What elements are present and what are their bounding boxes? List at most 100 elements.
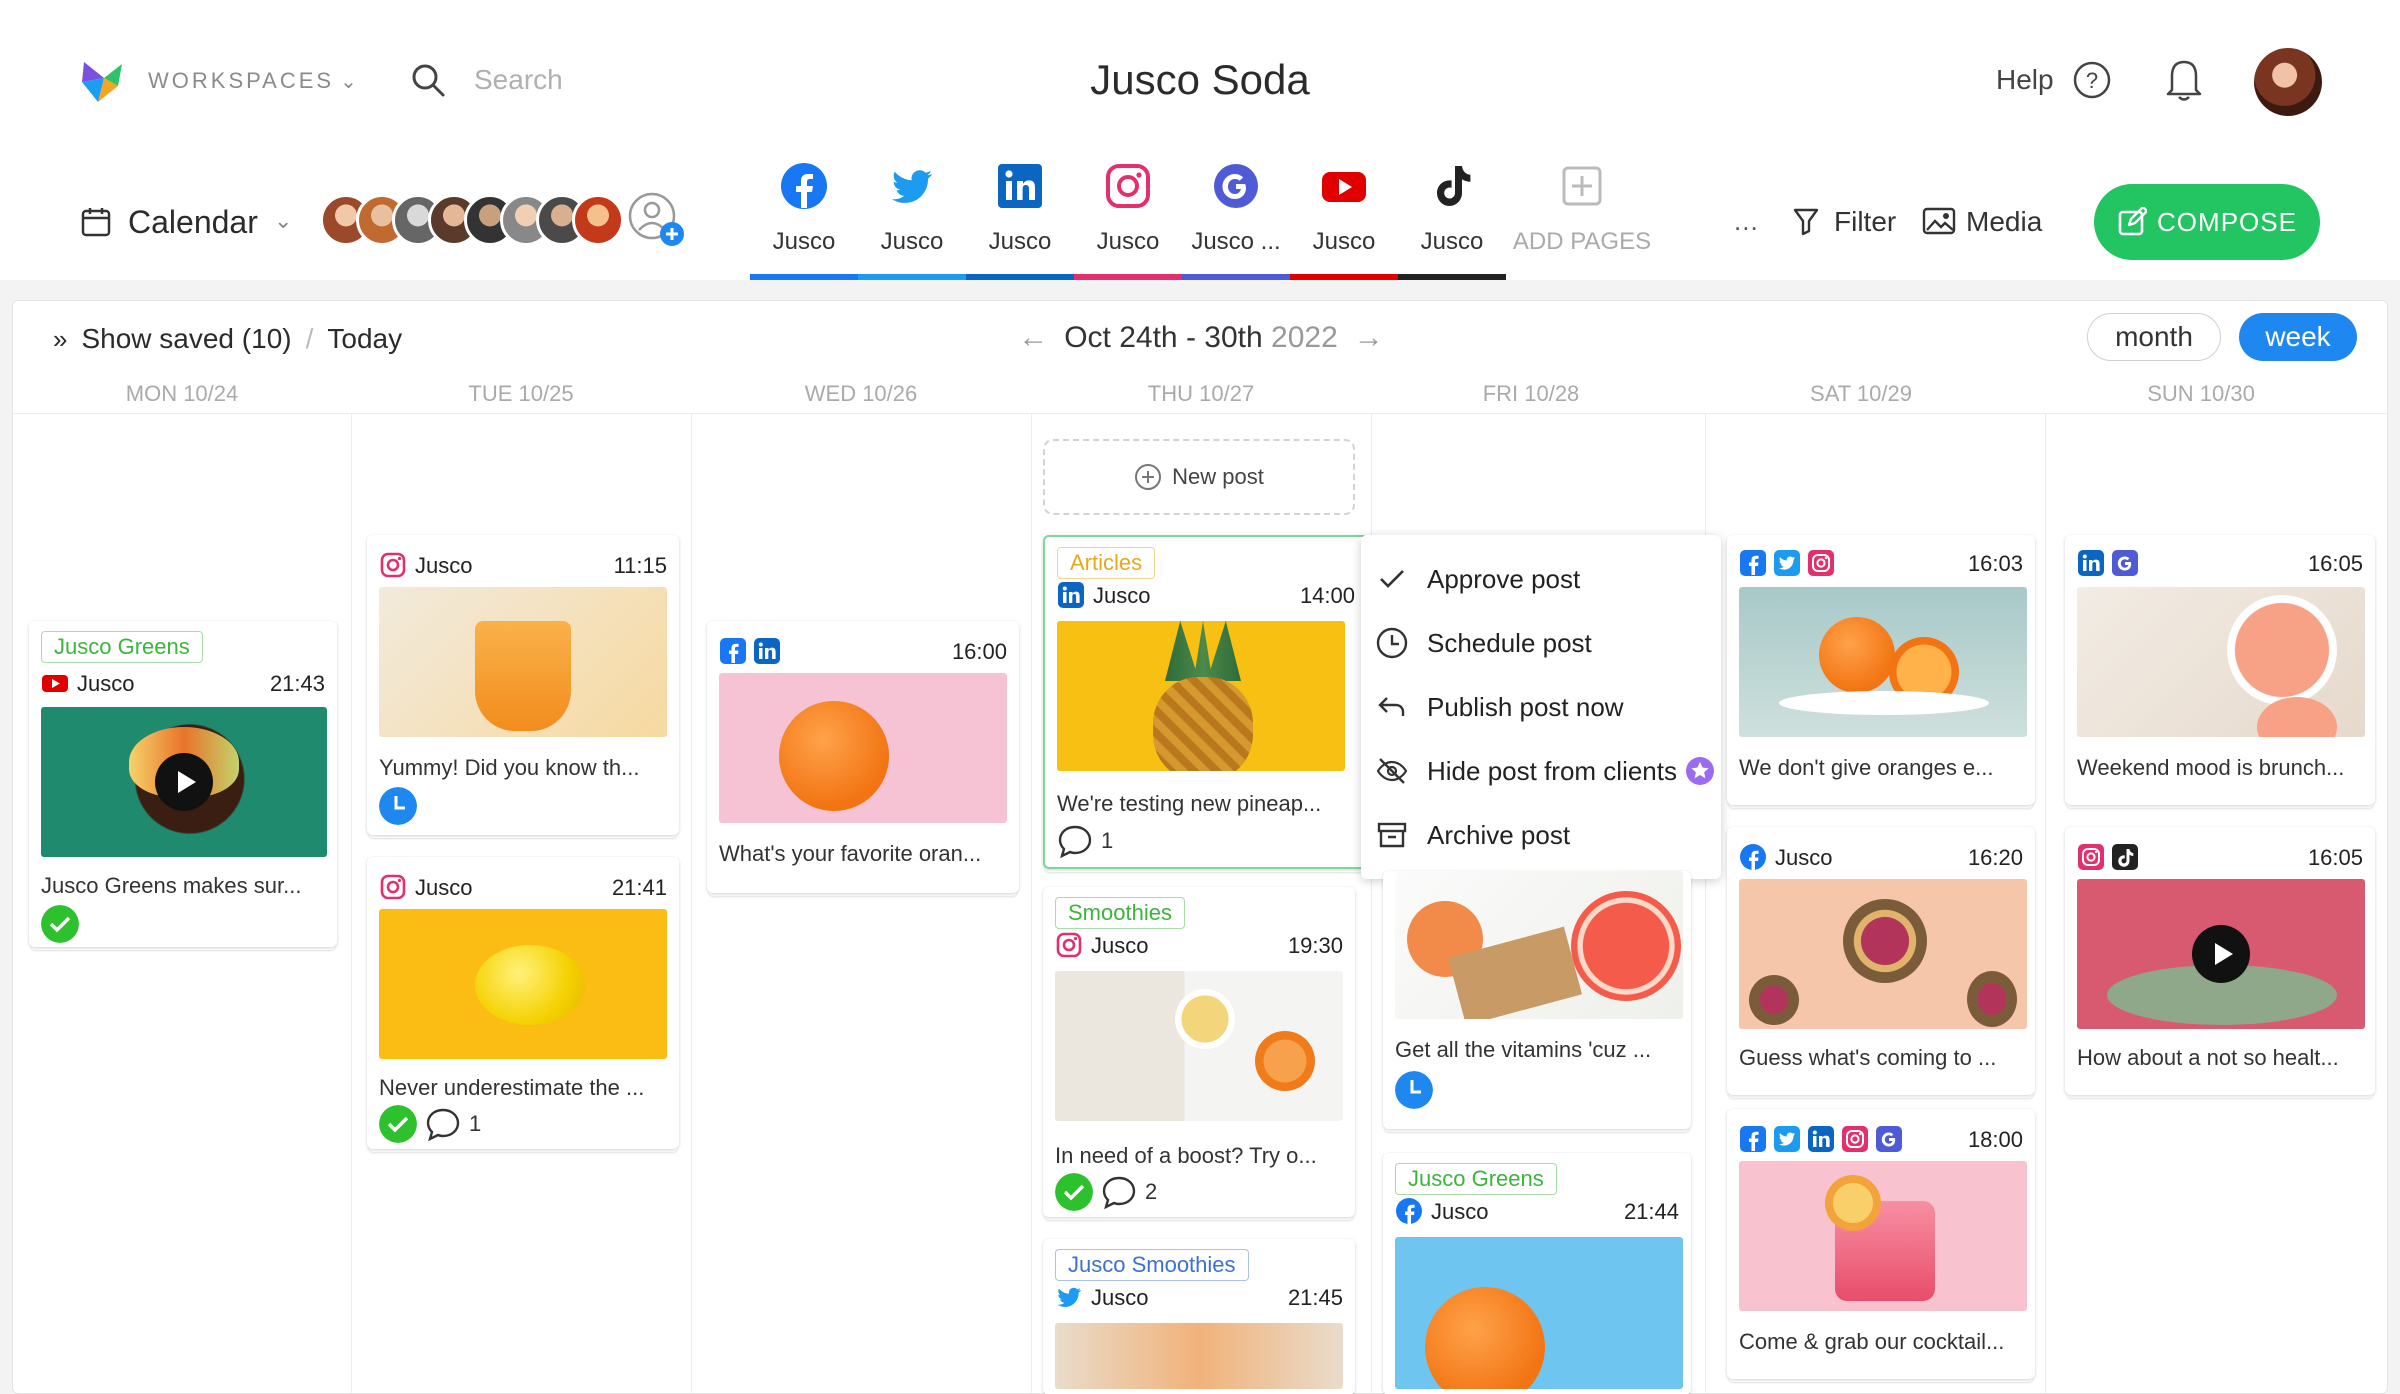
user-avatar[interactable] bbox=[2254, 48, 2322, 116]
post-card[interactable]: 16:00 What's your favorite oran... bbox=[707, 621, 1019, 893]
approve-post-item[interactable]: Approve post bbox=[1361, 547, 1721, 611]
page-tab-google[interactable]: Jusco ... bbox=[1182, 156, 1290, 280]
post-account: Jusco bbox=[415, 553, 473, 578]
post-label-tag[interactable]: Articles bbox=[1057, 547, 1156, 579]
media-button[interactable]: Media bbox=[1966, 206, 2042, 238]
filter-button[interactable]: Filter bbox=[1834, 206, 1896, 238]
post-card[interactable]: Smoothies Jusco 19:30 In need of a boost… bbox=[1043, 887, 1355, 1217]
day-header: SAT 10/29 bbox=[1810, 381, 1912, 406]
post-image[interactable] bbox=[1395, 871, 1683, 1019]
page-tab-instagram[interactable]: Jusco bbox=[1074, 156, 1182, 280]
page-underline bbox=[858, 274, 966, 280]
linkedin-icon bbox=[1058, 582, 1084, 608]
post-account: Jusco bbox=[1091, 933, 1149, 958]
menu-item-label: Approve post bbox=[1427, 563, 1581, 594]
image-icon[interactable] bbox=[1922, 206, 1956, 236]
bell-icon[interactable] bbox=[2164, 56, 2204, 102]
menu-item-label: Publish post now bbox=[1427, 691, 1624, 722]
more-options-button[interactable]: ... bbox=[1734, 206, 1759, 237]
post-image[interactable] bbox=[379, 909, 667, 1059]
page-tab-youtube[interactable]: Jusco bbox=[1290, 156, 1398, 280]
instagram-icon bbox=[380, 874, 406, 900]
post-card[interactable]: Jusco Greens Jusco 21:44 bbox=[1383, 1153, 1691, 1394]
post-card[interactable]: Jusco 11:15 Yummy! Did you know th... bbox=[367, 535, 679, 835]
day-header: MON 10/24 bbox=[125, 381, 239, 406]
post-card[interactable]: 16:03 We don't give oranges e... bbox=[1727, 535, 2035, 805]
post-card[interactable]: 16:05 Weekend mood is brunch... bbox=[2065, 535, 2375, 805]
post-image[interactable] bbox=[2077, 879, 2365, 1029]
arrow-left-icon[interactable]: ← bbox=[1018, 321, 1048, 354]
post-image[interactable] bbox=[719, 673, 1007, 823]
twitter-icon bbox=[1057, 1287, 1081, 1307]
post-image[interactable] bbox=[1739, 879, 2027, 1029]
schedule-post-item[interactable]: Schedule post bbox=[1361, 611, 1721, 675]
help-circle-icon[interactable]: ? bbox=[2072, 60, 2112, 100]
hide-post-item[interactable]: Hide post from clients bbox=[1361, 739, 1721, 803]
play-icon[interactable] bbox=[2192, 925, 2250, 983]
team-avatar[interactable] bbox=[572, 194, 624, 246]
page-tab-linkedin[interactable]: Jusco bbox=[966, 156, 1074, 280]
post-image[interactable] bbox=[41, 707, 327, 857]
approved-check-icon bbox=[379, 1105, 417, 1143]
post-label-tag[interactable]: Jusco Smoothies bbox=[1055, 1249, 1249, 1281]
post-image[interactable] bbox=[379, 587, 667, 737]
page-tab-twitter[interactable]: Jusco bbox=[858, 156, 966, 280]
column-divider bbox=[351, 413, 352, 1394]
arrow-right-icon[interactable]: → bbox=[1354, 321, 1384, 354]
help-link[interactable]: Help bbox=[1996, 64, 2054, 96]
team-avatars[interactable] bbox=[320, 194, 624, 250]
post-card[interactable]: 16:05 How about a not so healt... bbox=[2065, 827, 2375, 1095]
comment-icon[interactable] bbox=[1101, 1174, 1137, 1210]
post-image[interactable] bbox=[2077, 587, 2365, 737]
post-card[interactable]: Jusco Greens Jusco 21:43 Jusco Greens ma… bbox=[29, 621, 337, 947]
comment-icon[interactable] bbox=[1057, 823, 1093, 859]
post-networks bbox=[379, 551, 407, 579]
post-card[interactable]: Jusco 16:20 Guess what's coming to ... bbox=[1727, 827, 2035, 1095]
date-range-nav: ← Oct 24th - 30th 2022 → bbox=[13, 321, 2389, 355]
chevron-down-icon[interactable]: ⌄ bbox=[274, 208, 292, 234]
page-underline bbox=[1182, 274, 1290, 280]
add-user-icon[interactable] bbox=[626, 190, 688, 250]
post-account: Jusco bbox=[1091, 1285, 1149, 1310]
post-label-tag[interactable]: Smoothies bbox=[1055, 897, 1185, 929]
post-label-tag[interactable]: Jusco Greens bbox=[1395, 1163, 1557, 1195]
page-underline bbox=[966, 274, 1074, 280]
page-tab-tiktok[interactable]: Jusco bbox=[1398, 156, 1506, 280]
comment-icon[interactable] bbox=[425, 1106, 461, 1142]
week-view-button[interactable]: week bbox=[2239, 313, 2357, 361]
post-card[interactable]: Jusco 21:41 Never underestimate the ... … bbox=[367, 857, 679, 1149]
post-time: 18:00 bbox=[1967, 1127, 2023, 1152]
compose-button[interactable]: COMPOSE bbox=[2094, 184, 2320, 260]
new-post-button[interactable]: New post bbox=[1043, 439, 1355, 515]
post-image[interactable] bbox=[1055, 971, 1343, 1121]
post-card[interactable]: Get all the vitamins 'cuz ... bbox=[1383, 871, 1691, 1129]
calendar-view-dropdown[interactable]: Calendar bbox=[128, 204, 258, 241]
page-tab-facebook[interactable]: Jusco bbox=[750, 156, 858, 280]
star-badge-icon bbox=[1685, 757, 1714, 785]
image-juice-glass bbox=[475, 621, 571, 731]
post-card[interactable]: Jusco Smoothies Jusco 21:45 bbox=[1043, 1239, 1355, 1394]
post-image[interactable] bbox=[1055, 1323, 1343, 1389]
image-fig bbox=[1749, 975, 1799, 1025]
play-icon[interactable] bbox=[155, 753, 213, 811]
post-card-selected[interactable]: Articles Jusco 14:00 We're testing new p… bbox=[1043, 535, 1369, 869]
post-image[interactable] bbox=[1395, 1237, 1683, 1389]
post-time: 16:05 bbox=[2307, 845, 2363, 870]
page-label: Jusco ... bbox=[1191, 228, 1281, 255]
filter-icon[interactable] bbox=[1792, 206, 1820, 236]
add-pages-button[interactable]: ADD PAGES bbox=[1506, 156, 1658, 280]
publish-post-now-item[interactable]: Publish post now bbox=[1361, 675, 1721, 739]
plus-square-icon bbox=[1562, 166, 1602, 206]
post-image[interactable] bbox=[1739, 1161, 2027, 1311]
tiktok-icon bbox=[1437, 166, 1471, 206]
month-view-button[interactable]: month bbox=[2087, 313, 2221, 361]
instagram-icon bbox=[1842, 1126, 1868, 1152]
archive-post-item[interactable]: Archive post bbox=[1361, 803, 1721, 867]
post-image[interactable] bbox=[1739, 587, 2027, 737]
twitter-icon bbox=[1774, 1126, 1800, 1152]
comment-count: 2 bbox=[1145, 1179, 1158, 1204]
post-image[interactable] bbox=[1057, 621, 1345, 771]
post-card[interactable]: 18:00 Come & grab our cocktail... bbox=[1727, 1109, 2035, 1379]
post-label-tag[interactable]: Jusco Greens bbox=[41, 631, 203, 663]
post-account: Jusco bbox=[77, 671, 135, 696]
